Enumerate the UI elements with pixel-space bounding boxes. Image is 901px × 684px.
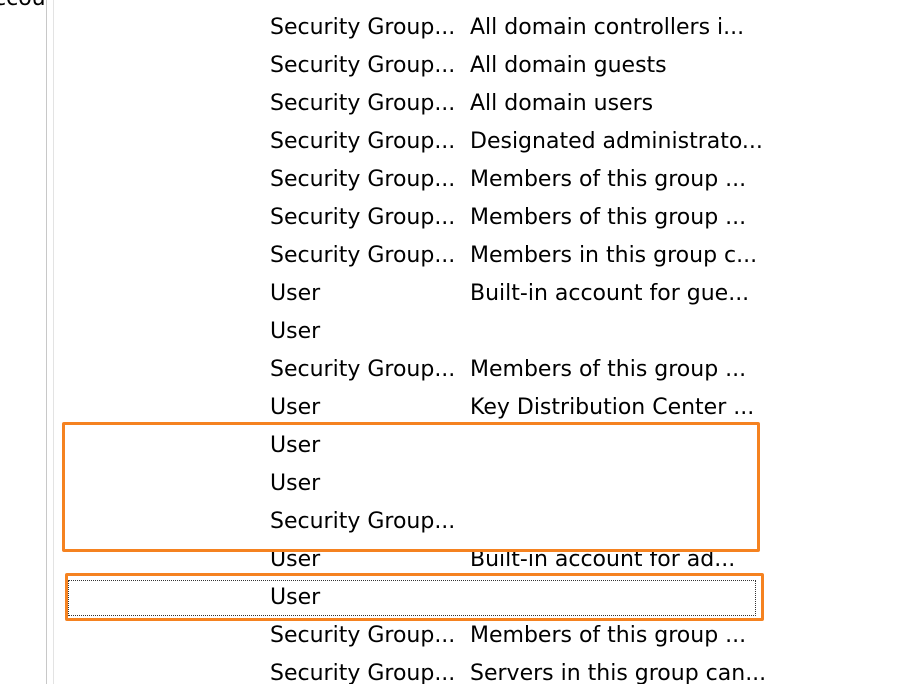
objects-list[interactable]: Domain Con...Security Group...All domain…: [54, 0, 901, 684]
object-description: Designated administrato...: [470, 129, 763, 154]
object-description: Servers in this group can...: [470, 661, 767, 684]
object-description: Built-in account for gue...: [470, 281, 750, 306]
list-row-ras-and-ias[interactable]: RAS and IAS ...Security Group...Servers …: [54, 655, 901, 684]
list-row-key-admins[interactable]: Key AdminsSecurity Group...Members of th…: [54, 351, 901, 389]
object-description: Members of this group ...: [470, 167, 747, 192]
object-type: User: [270, 471, 321, 496]
object-type: Security Group...: [270, 357, 456, 382]
object-type: User: [270, 547, 321, 572]
object-type: Security Group...: [270, 129, 456, 154]
list-row-enterprise-k[interactable]: Enterprise K...Security Group...Members …: [54, 161, 901, 199]
clipped-tree-label: ccou: [0, 0, 46, 11]
object-description: Members of this group ...: [470, 205, 747, 230]
list-row-john[interactable]: johnUser: [54, 313, 901, 351]
object-type: Security Group...: [270, 509, 456, 534]
object-type: User: [270, 395, 321, 420]
object-description: Built-in account for ad...: [470, 547, 736, 572]
object-type: Security Group...: [270, 205, 456, 230]
object-description: Members in this group c...: [470, 243, 758, 268]
list-row-guest[interactable]: GuestUserBuilt-in account for gue...: [54, 275, 901, 313]
object-description: All domain users: [470, 91, 654, 116]
object-type: Security Group...: [270, 53, 456, 78]
list-row-ldap02[interactable]: ldap02User: [54, 465, 901, 503]
object-type: Security Group...: [270, 243, 456, 268]
list-row-pcuser[interactable]: pcuserUser: [54, 579, 901, 617]
object-type: User: [270, 281, 321, 306]
object-description: Members of this group ...: [470, 623, 747, 648]
list-row-domain-con[interactable]: Domain Con...Security Group...All domain…: [54, 9, 901, 47]
list-row-domain-users[interactable]: Domain UsersSecurity Group...All domain …: [54, 85, 901, 123]
object-type: Security Group...: [270, 91, 456, 116]
list-row-enterprise-r[interactable]: Enterprise R...Security Group...Members …: [54, 199, 901, 237]
object-type: Security Group...: [270, 15, 456, 40]
object-type: Security Group...: [270, 661, 456, 684]
object-type: Security Group...: [270, 167, 456, 192]
list-row-ldap01[interactable]: ldap01User: [54, 427, 901, 465]
pane-divider[interactable]: [46, 0, 47, 684]
list-row-krbtgt[interactable]: krbtgtUserKey Distribution Center ...: [54, 389, 901, 427]
object-type: Security Group...: [270, 623, 456, 648]
list-row-maysay[interactable]: maysayUserBuilt-in account for ad...: [54, 541, 901, 579]
object-type: User: [270, 585, 321, 610]
object-description: Key Distribution Center ...: [470, 395, 755, 420]
list-row-group-polic[interactable]: Group Polic...Security Group...Members i…: [54, 237, 901, 275]
object-description: All domain guests: [470, 53, 667, 78]
list-row-protected-us[interactable]: Protected Us...Security Group...Members …: [54, 617, 901, 655]
navigation-pane[interactable]: ccou: [0, 0, 46, 684]
object-description: Members of this group ...: [470, 357, 747, 382]
object-description: All domain controllers i...: [470, 15, 745, 40]
object-type: User: [270, 433, 321, 458]
list-row-enterprise-a[interactable]: Enterprise A...Security Group...Designat…: [54, 123, 901, 161]
object-type: User: [270, 319, 321, 344]
list-row-domain-gue[interactable]: Domain Gue...Security Group...All domain…: [54, 47, 901, 85]
list-row-ldapg[interactable]: ldapgSecurity Group...: [54, 503, 901, 541]
